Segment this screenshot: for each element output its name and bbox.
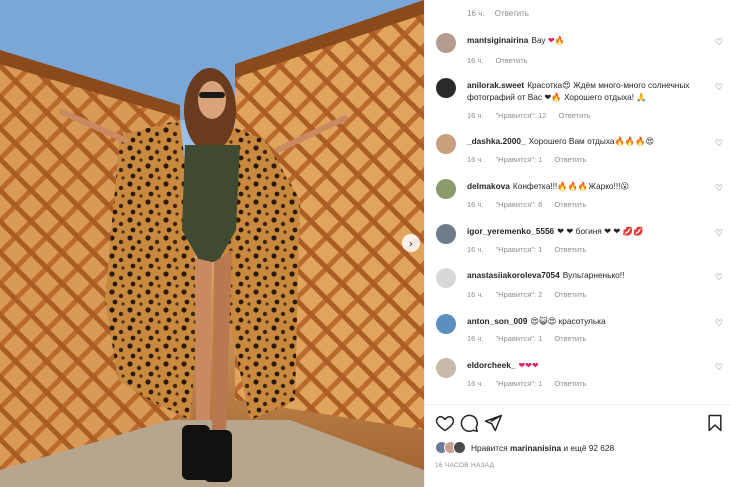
comment-username[interactable]: anastasiiakoroleva7054 xyxy=(467,270,560,280)
reply-link[interactable]: Ответить xyxy=(554,379,586,388)
comment-body: Конфетка!!!🔥🔥🔥Жарко!!!😮 xyxy=(512,181,630,191)
comment-like-icon[interactable]: ♡ xyxy=(715,363,723,373)
comment-meta: 16 ч. "Нравится": 1 Ответить xyxy=(467,245,596,254)
post-photo[interactable]: › xyxy=(0,0,424,487)
comment-username[interactable]: anton_son_009 xyxy=(467,316,527,326)
comment-icon[interactable] xyxy=(459,413,479,433)
avatar[interactable] xyxy=(436,224,456,244)
comment-time: 16 ч. xyxy=(467,334,484,343)
comment-meta: 16 ч. Ответить xyxy=(467,56,538,65)
avatar[interactable] xyxy=(436,179,456,199)
reply-link[interactable]: Ответить xyxy=(554,155,586,164)
heart-icon[interactable] xyxy=(435,413,455,433)
comment-meta: 16 ч. "Нравится": 2 Ответить xyxy=(467,290,596,299)
comment-meta: 16 ч. "Нравится": 12 Ответить xyxy=(467,111,601,120)
comment-time: 16 ч. xyxy=(467,290,484,299)
comment-body: ❤❤❤ xyxy=(518,361,539,370)
comment-likes[interactable]: "Нравится": 6 xyxy=(496,200,543,209)
likes-summary: Нравится marinanisina и ещё 92 628 xyxy=(435,441,725,457)
paper-plane-icon[interactable] xyxy=(483,413,503,433)
avatar[interactable] xyxy=(436,358,456,378)
post-actions-bar xyxy=(435,413,725,433)
reply-link[interactable]: Ответить xyxy=(554,290,586,299)
comment-likes[interactable]: "Нравится": 1 xyxy=(496,155,543,164)
avatar[interactable] xyxy=(436,134,456,154)
comment-likes[interactable]: "Нравится": 1 xyxy=(496,379,543,388)
avatar xyxy=(453,441,466,454)
likes-count[interactable]: и ещё 92 628 xyxy=(563,443,614,453)
comment-username[interactable]: igor_yeremenko_5556 xyxy=(467,226,554,236)
comment-text: eldorcheek_ ❤❤❤ xyxy=(467,360,707,372)
comment-likes[interactable]: "Нравится": 1 xyxy=(496,334,543,343)
comment-text: anilorak.sweet Красотка😍 Ждём много-много… xyxy=(467,80,707,103)
likers-avatars[interactable] xyxy=(435,441,469,455)
comment-username[interactable]: mantsiginairina xyxy=(467,35,528,45)
reply-link[interactable]: Ответить xyxy=(559,111,591,120)
likes-text: Нравится marinanisina и ещё 92 628 xyxy=(471,443,614,453)
comment-like-icon[interactable]: ♡ xyxy=(715,319,723,329)
comment-likes[interactable]: "Нравится": 12 xyxy=(496,111,547,120)
post-photo-illustration xyxy=(0,0,424,487)
comment-body: Вау xyxy=(531,35,546,45)
comment-time: 16 ч. xyxy=(467,9,485,18)
comment-text: igor_yeremenko_5556 ❤ ❤ богиня ❤ ❤ 💋💋 xyxy=(467,226,707,238)
comment-time: 16 ч. xyxy=(467,111,484,120)
comment-like-icon[interactable]: ♡ xyxy=(715,273,723,283)
comment-username[interactable]: delmakova xyxy=(467,181,510,191)
likes-prefix: Нравится xyxy=(471,443,508,453)
comment-body: Хорошего Вам отдыха🔥🔥🔥😍 xyxy=(528,136,655,146)
avatar[interactable] xyxy=(436,78,456,98)
comment-time: 16 ч. xyxy=(467,245,484,254)
comment-like-icon[interactable]: ♡ xyxy=(715,229,723,239)
reply-link[interactable]: Ответить xyxy=(554,334,586,343)
comment-username[interactable]: anilorak.sweet xyxy=(467,80,524,90)
comment-like-icon[interactable]: ♡ xyxy=(715,139,723,149)
comment-emoji: ❤🔥 xyxy=(547,36,565,45)
comment-meta: 16 ч. "Нравится": 1 Ответить xyxy=(467,155,596,164)
likes-user[interactable]: marinanisina xyxy=(510,443,561,453)
post-time-ago[interactable]: 16 ЧАСОВ НАЗАД xyxy=(435,462,494,469)
avatar[interactable] xyxy=(436,314,456,334)
reply-link[interactable]: Ответить xyxy=(554,245,586,254)
bookmark-icon[interactable] xyxy=(705,413,725,433)
comment-meta: 16 ч. "Нравится": 6 Ответить xyxy=(467,200,596,209)
avatar[interactable] xyxy=(436,268,456,288)
comments-list[interactable]: 16 ч. Ответить mantsiginairina Вау ❤🔥 16 … xyxy=(425,0,730,402)
reply-link[interactable]: Ответить xyxy=(496,56,528,65)
comment-like-icon[interactable]: ♡ xyxy=(715,83,723,93)
comment-time: 16 ч. xyxy=(467,200,484,209)
comment-likes[interactable]: "Нравится": 2 xyxy=(496,290,543,299)
comment-like-icon[interactable]: ♡ xyxy=(715,38,723,48)
actions-divider xyxy=(425,404,730,405)
comment-likes[interactable]: "Нравится": 1 xyxy=(496,245,543,254)
comment-time: 16 ч. xyxy=(467,56,484,65)
comment-text: mantsiginairina Вау ❤🔥 xyxy=(467,35,707,47)
avatar[interactable] xyxy=(436,33,456,53)
comment-text: delmakova Конфетка!!!🔥🔥🔥Жарко!!!😮 xyxy=(467,181,707,193)
comment-username[interactable]: _dashka.2000_ xyxy=(467,136,526,146)
comment-time: 16 ч. xyxy=(467,155,484,164)
comment-time: 16 ч. xyxy=(467,379,484,388)
reply-link[interactable]: Ответить xyxy=(495,9,529,18)
post-side-panel: 16 ч. Ответить mantsiginairina Вау ❤🔥 16 … xyxy=(424,0,730,487)
comment-meta: 16 ч. "Нравится": 1 Ответить xyxy=(467,334,596,343)
next-photo-button[interactable]: › xyxy=(402,234,420,252)
comment-text: _dashka.2000_ Хорошего Вам отдыха🔥🔥🔥😍 xyxy=(467,136,707,148)
reply-link[interactable]: Ответить xyxy=(554,200,586,209)
comment-like-icon[interactable]: ♡ xyxy=(715,184,723,194)
comment-username[interactable]: eldorcheek_ xyxy=(467,360,515,370)
previous-comment-meta: 16 ч. Ответить xyxy=(467,9,537,18)
comment-text: anastasiiakoroleva7054 Вульгарненько!! xyxy=(467,270,707,282)
chevron-right-icon: › xyxy=(408,236,414,250)
comment-text: anton_son_009 😍😺😍 красотулька xyxy=(467,316,707,328)
comment-meta: 16 ч. "Нравится": 1 Ответить xyxy=(467,379,596,388)
comment-body: 😍😺😍 красотулька xyxy=(530,316,606,326)
comment-body: Вульгарненько!! xyxy=(562,270,625,280)
comment-body: ❤ ❤ богиня ❤ ❤ 💋💋 xyxy=(557,226,644,236)
